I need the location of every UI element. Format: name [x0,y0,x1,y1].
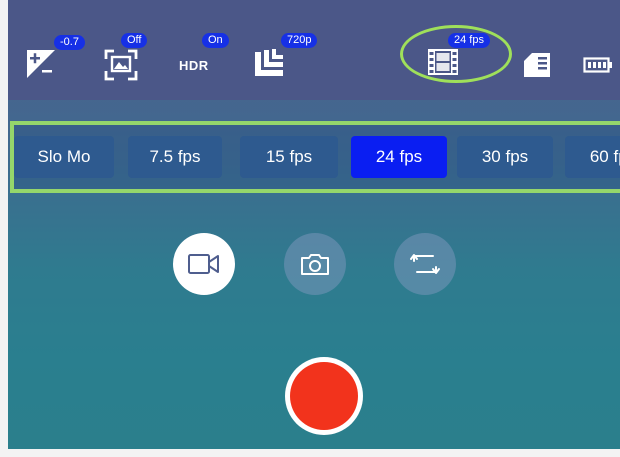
focus-frame-icon[interactable] [104,49,138,86]
settings-bar: -0.7 Off HDR On 720p 24 fps [8,0,620,100]
resolution-badge: 720p [281,33,318,48]
video-camera-icon [188,254,219,274]
fps-selector-strip: Slo Mo 7.5 fps 15 fps 24 fps 30 fps 60 f… [10,121,620,193]
hdr-badge: On [202,33,229,48]
record-indicator [290,362,358,430]
fps-option-24[interactable]: 24 fps [351,136,447,178]
exposure-icon[interactable] [26,49,56,84]
sd-card-icon[interactable] [522,51,552,84]
fps-option-slo-mo[interactable]: Slo Mo [14,136,114,178]
fps-option-30[interactable]: 30 fps [457,136,553,178]
battery-icon [583,57,613,78]
camera-icon [301,254,329,275]
focus-badge: Off [121,33,148,48]
camera-viewfinder: -0.7 Off HDR On 720p 24 fps Slo Mo 7.5 f… [8,0,620,449]
hdr-label[interactable]: HDR [179,58,209,73]
video-mode-button[interactable] [173,233,235,295]
switch-camera-icon [410,254,440,274]
photo-mode-button[interactable] [284,233,346,295]
fps-option-60[interactable]: 60 fps [565,136,620,178]
framerate-highlight [400,25,512,83]
switch-camera-button[interactable] [394,233,456,295]
resolution-icon[interactable] [253,48,285,83]
exposure-badge: -0.7 [54,35,85,50]
record-button[interactable] [285,357,363,435]
camera-app-screen: -0.7 Off HDR On 720p 24 fps Slo Mo 7.5 f… [0,0,620,457]
fps-option-7-5[interactable]: 7.5 fps [128,136,222,178]
fps-option-15[interactable]: 15 fps [240,136,338,178]
